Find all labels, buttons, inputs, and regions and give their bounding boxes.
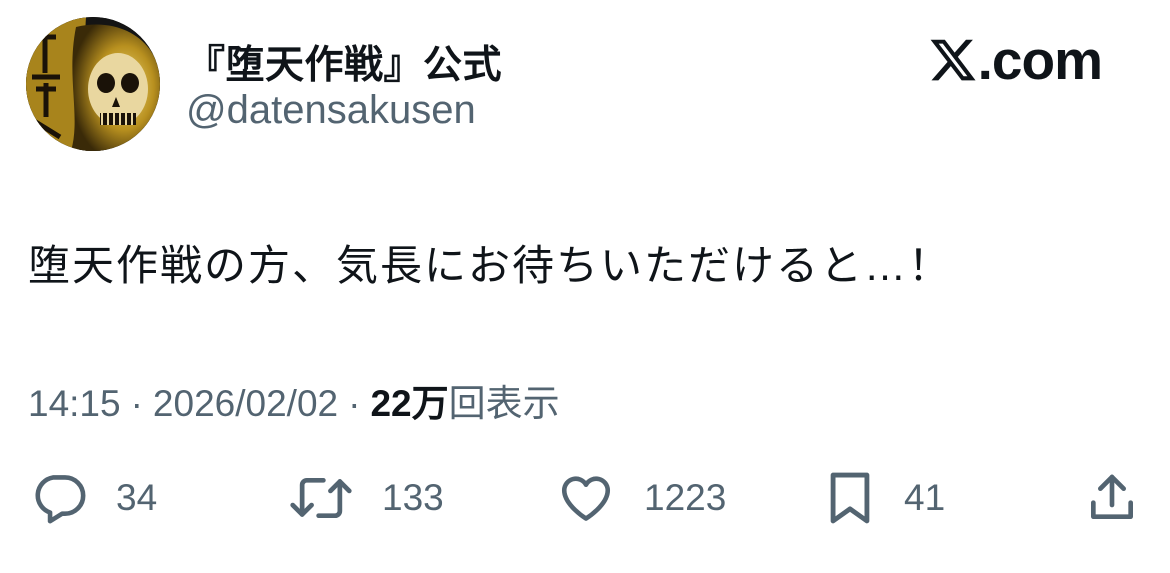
author-handle[interactable]: @datensakusen [186,88,476,133]
separator: · [348,383,361,424]
speech-bubble-icon [35,475,86,524]
like-count: 1223 [644,477,727,518]
reply-count: 34 [116,477,158,518]
tweet-meta: 14:15 · 2026/02/02 · 22万 回表示 [28,373,560,427]
brand-text: .com [977,29,1103,91]
heart-icon [561,476,611,521]
bookmark-count: 41 [904,477,946,518]
tweet-time[interactable]: 14:15 [28,383,121,425]
tweet-date[interactable]: 2026/02/02 [153,383,338,425]
views-count: 22万 [370,383,449,424]
avatar-image [26,17,160,151]
views-label: 回表示 [448,383,560,424]
brand-logo: .com [928,29,1103,91]
repost-count: 133 [382,477,444,518]
separator: · [130,383,143,424]
reply-button[interactable]: 34 [30,468,157,528]
share-button[interactable] [1084,468,1140,528]
x-logo-icon [930,39,976,81]
repost-button[interactable]: 133 [288,468,444,528]
avatar[interactable] [26,17,160,151]
like-button[interactable]: 1223 [556,468,726,528]
action-bar: 34 133 1223 41 [0,468,1170,528]
bookmark-icon [830,472,870,524]
repost-arrows-icon [290,477,352,519]
tweet-text: 堕天作戦の方、気長にお待ちいただけると…！ [28,242,953,289]
author-display-name[interactable]: 『堕天作戦』公式 [186,34,502,90]
bookmark-button[interactable]: 41 [824,468,945,528]
share-upload-icon [1091,474,1133,519]
